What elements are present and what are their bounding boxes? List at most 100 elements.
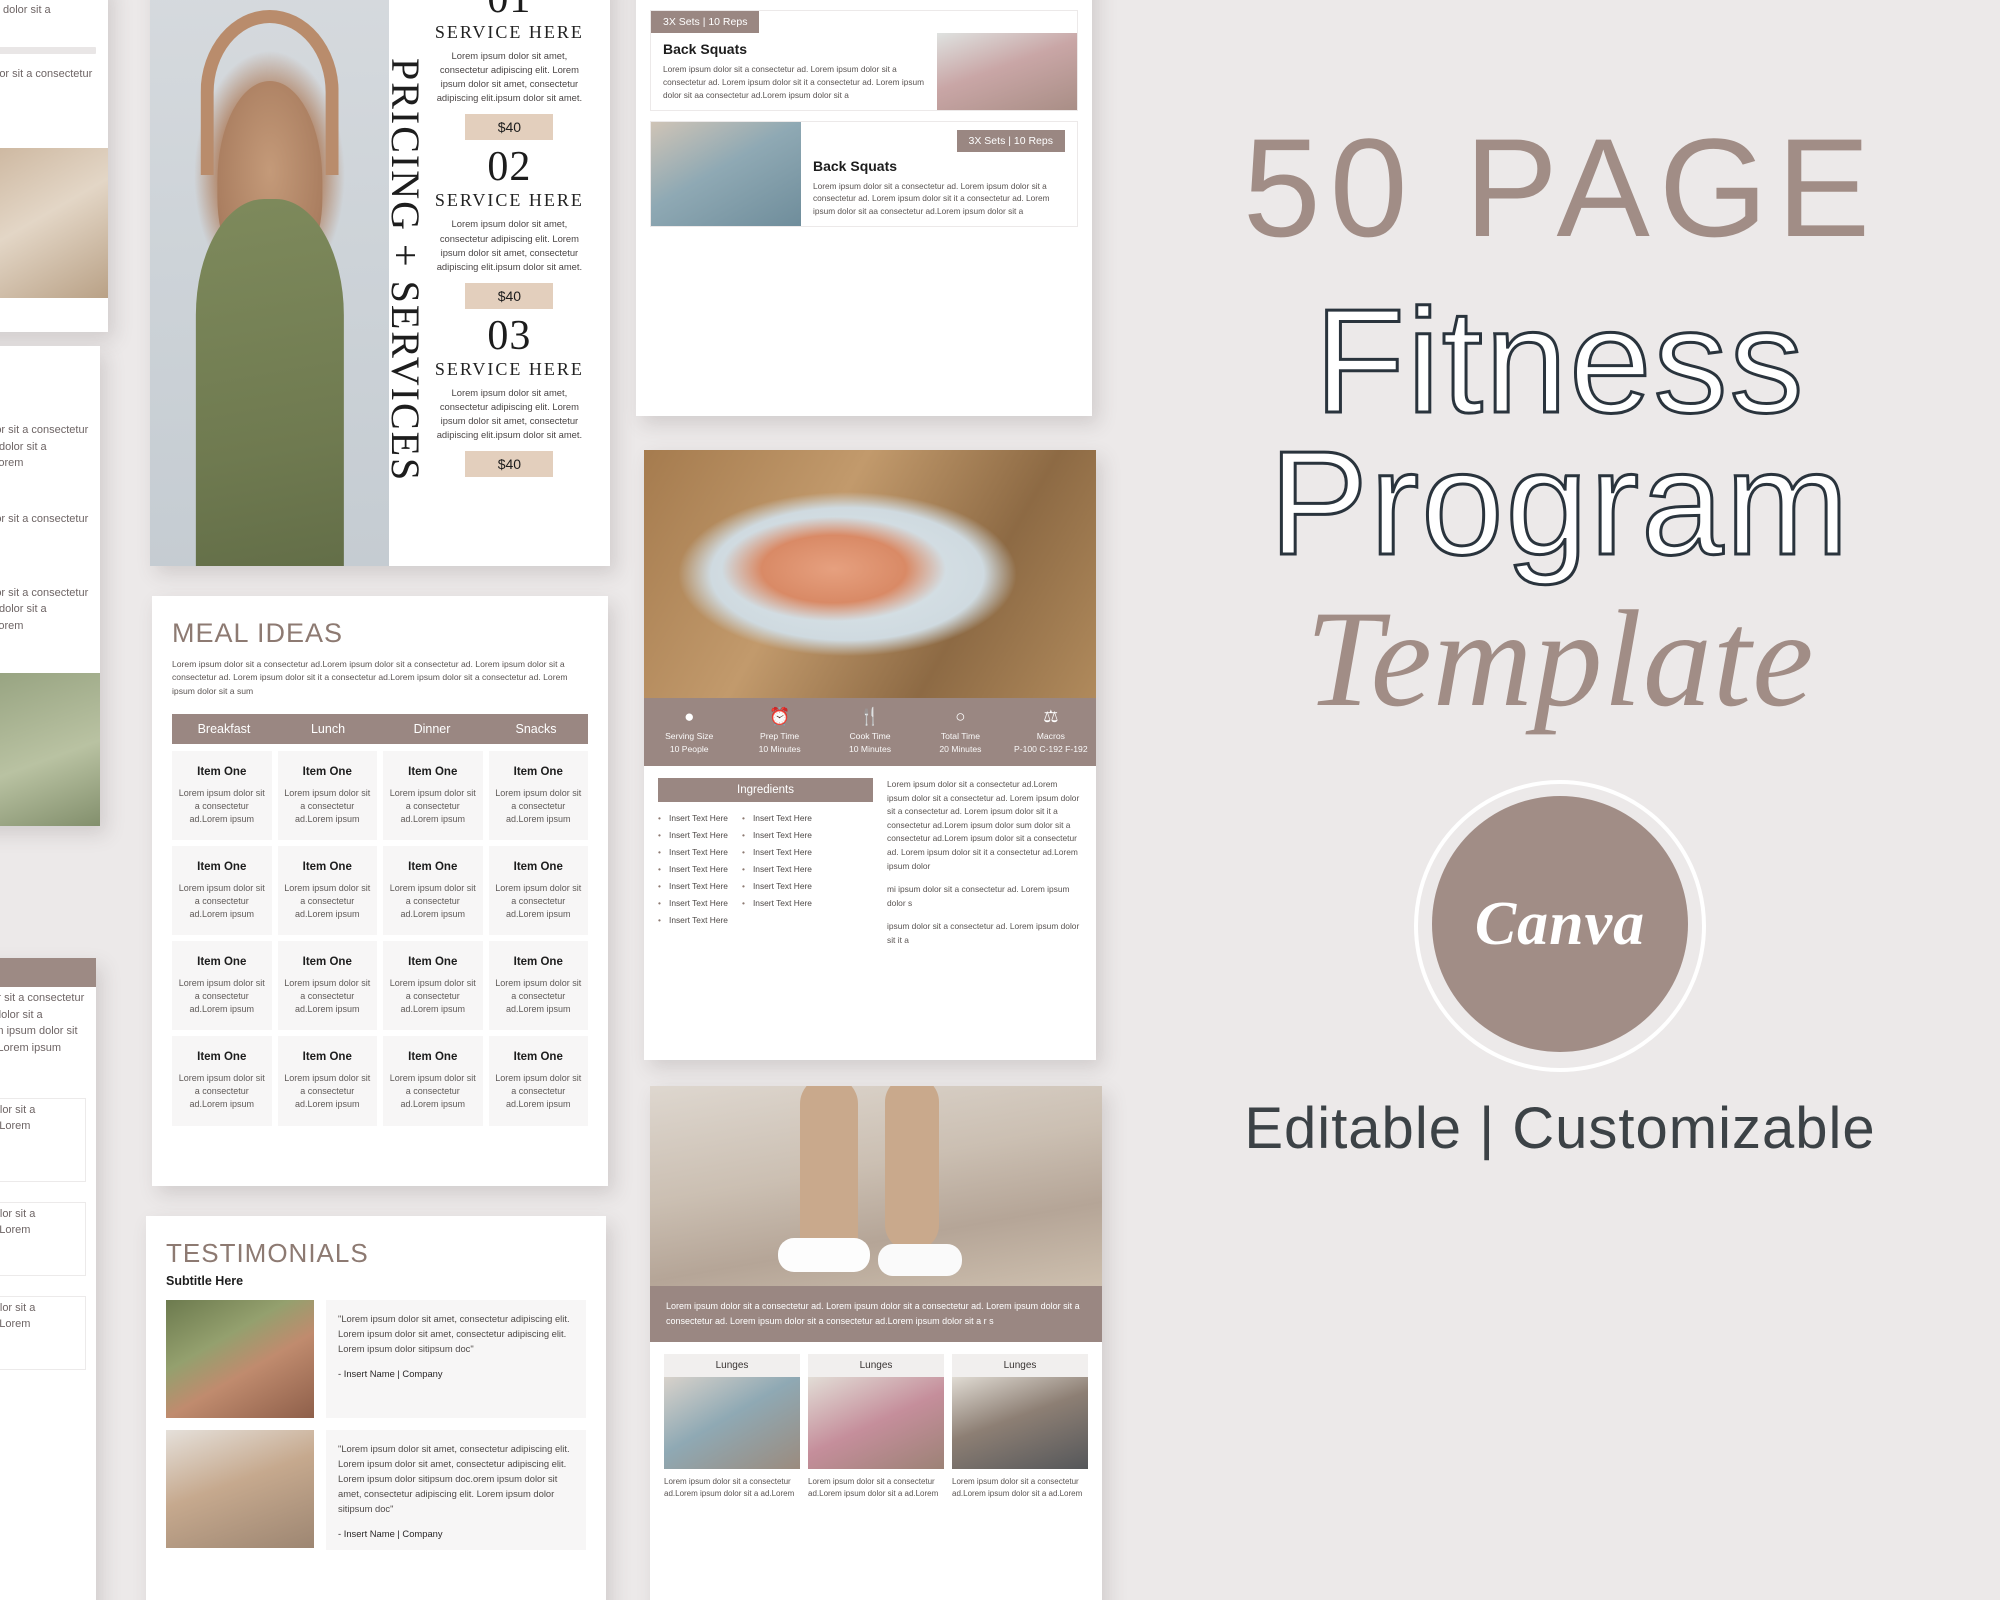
meal-cell[interactable]: Item One Lorem ipsum dolor sit a consecte…: [277, 1036, 377, 1126]
ghost-card-3: Title Here Lorem ipsum dolor sit a conse…: [0, 958, 96, 1600]
meal-cell[interactable]: Item One Lorem ipsum dolor sit a consecte…: [277, 846, 377, 936]
poster-canvas: Lorem ipsum dolor sit a consectetur ad. …: [0, 0, 2000, 1600]
meal-cell[interactable]: Item One Lorem ipsum dolor sit a consecte…: [172, 1036, 272, 1126]
recipe-stat-value: 10 People: [669, 744, 709, 754]
meal-cell-title: Item One: [302, 956, 352, 969]
ingredients-columns: Insert Text Here Insert Text Here Insert T…: [658, 813, 873, 932]
exercise-text: Back Squats Lorem ipsum dolor sit a cons…: [651, 33, 937, 110]
ingredient-item: Insert Text Here: [658, 881, 728, 891]
alarm-clock-icon: ⏰: [769, 707, 791, 726]
meal-cell-title: Item One: [408, 1051, 458, 1064]
lunge-item[interactable]: Lunges Lorem ipsum dolor sit a consectetu…: [808, 1353, 944, 1500]
service-desc: Lorem ipsum dolor sit amet, consectetur …: [436, 218, 583, 272]
lunge-photo: [808, 1376, 944, 1469]
ghost-box-1-text: Lorem ipsum dolor sit a consectetur ad. …: [0, 1103, 36, 1133]
ghost-card-2: Lorem ipsum dolor sit a consectetur ad. …: [0, 346, 100, 826]
meal-cell[interactable]: Item One Lorem ipsum dolor sit a consecte…: [488, 941, 588, 1031]
ghost-card-2-text-2: Lorem ipsum dolor sit a consectetur ad. …: [0, 512, 89, 525]
recipe-card[interactable]: ● Serving Size 10 People ⏰ Prep Time 10 Minut…: [644, 450, 1096, 1060]
hero-line-fitness: Fitness: [1313, 279, 1806, 444]
meal-cell-title: Item One: [513, 956, 563, 969]
meal-cell[interactable]: Item One Lorem ipsum dolor sit a consecte…: [383, 750, 483, 841]
meal-cell[interactable]: Item One Lorem ipsum dolor sit a consecte…: [488, 750, 588, 841]
services-list: 01 SERVICE HERE Lorem ipsum dolor sit am…: [417, 0, 610, 566]
canva-badge-label: Canva: [1474, 889, 1646, 958]
meal-table-body: Item One Lorem ipsum dolor sit a consecte…: [172, 750, 588, 1126]
lunge-item[interactable]: Lunges Lorem ipsum dolor sit a consectetu…: [952, 1353, 1088, 1500]
ghost-card-1-text: Lorem ipsum dolor sit a consectetur ad. …: [0, 3, 51, 16]
hero-footer-text: Editable | Customizable: [1244, 1096, 1876, 1161]
meal-cell-title: Item One: [408, 765, 458, 778]
service-item[interactable]: 01 SERVICE HERE Lorem ipsum dolor sit am…: [423, 0, 596, 141]
recipe-lower: Ingredients Insert Text HereInsert Text …: [644, 766, 1096, 976]
ghost-card-1: Lorem ipsum dolor sit a consectetur ad. …: [0, 0, 108, 332]
exercise-desc: Lorem ipsum dolor sit a consectetur ad. …: [663, 64, 925, 100]
meal-cell[interactable]: Item One Lorem ipsum dolor sit a consecte…: [383, 846, 483, 936]
meal-cell-text: Lorem ipsum dolor sit a consectetur ad.L…: [389, 1073, 476, 1110]
canva-badge[interactable]: Canva: [1432, 796, 1688, 1052]
testimonial-quote-box: "Lorem ipsum dolor sit amet, consectetur…: [326, 1430, 586, 1551]
ingredients-list-right: Insert Text Here Insert Text Here Insert T…: [742, 813, 812, 932]
ingredients-heading: Ingredients: [658, 778, 873, 802]
meal-cell[interactable]: Item One Lorem ipsum dolor sit a consecte…: [488, 1036, 588, 1126]
lunges-caption: Lorem ipsum dolor sit a consectetur ad. …: [650, 1286, 1102, 1342]
meal-cell[interactable]: Item One Lorem ipsum dolor sit a consecte…: [277, 941, 377, 1031]
exercise-name: Back Squats: [663, 41, 748, 57]
shoe-icon: [778, 1238, 870, 1272]
meal-cell-title: Item One: [302, 765, 352, 778]
ghost-box-1: Lorem ipsum dolor sit a consectetur ad. …: [0, 1097, 86, 1182]
exercise-block[interactable]: 3X Sets | 10 Reps Back Squats Lorem ipsu…: [650, 10, 1078, 111]
exercise-text: 3X Sets | 10 Reps Back Squats Lorem ipsu…: [801, 122, 1077, 227]
lunges-photo: [650, 1086, 1102, 1286]
meal-cell[interactable]: Item One Lorem ipsum dolor sit a consecte…: [172, 846, 272, 936]
meal-cell-title: Item One: [197, 1051, 247, 1064]
service-item[interactable]: 02 SERVICE HERE Lorem ipsum dolor sit am…: [423, 146, 596, 309]
meal-cell-title: Item One: [513, 765, 563, 778]
meal-cell-title: Item One: [197, 765, 247, 778]
meal-cell-text: Lorem ipsum dolor sit a consectetur ad.L…: [284, 1073, 371, 1110]
figure-torso: [195, 198, 344, 566]
pricing-hero-photo: [150, 0, 390, 566]
meal-cell-text: Lorem ipsum dolor sit a consectetur ad.L…: [495, 883, 582, 920]
meal-cell-text: Lorem ipsum dolor sit a consectetur ad.L…: [389, 978, 476, 1015]
lunge-photo: [664, 1376, 800, 1469]
meal-cell-text: Lorem ipsum dolor sit a consectetur ad.L…: [389, 883, 476, 920]
ingredient-item: Insert Text Here: [658, 813, 728, 823]
service-price: $40: [465, 282, 554, 309]
ingredient-item: Insert Text Here: [742, 847, 812, 857]
meal-column-snacks: Snacks: [515, 721, 557, 736]
ingredient-item: Insert Text Here: [658, 864, 728, 874]
meal-column-breakfast: Breakfast: [197, 721, 251, 736]
exercise-card[interactable]: Lorem ipsum dolor sit a consectetur ad. …: [636, 0, 1092, 416]
testimonial-photo: [166, 1300, 314, 1418]
recipe-stats-bar: ● Serving Size 10 People ⏰ Prep Time 10 Minut…: [644, 698, 1096, 766]
lunge-item[interactable]: Lunges Lorem ipsum dolor sit a consectetu…: [664, 1353, 800, 1500]
meal-cell[interactable]: Item One Lorem ipsum dolor sit a consecte…: [488, 846, 588, 936]
lunges-card[interactable]: Lorem ipsum dolor sit a consectetur ad. …: [650, 1086, 1102, 1600]
meal-cell-text: Lorem ipsum dolor sit a consectetur ad.L…: [178, 787, 265, 825]
meal-cell-text: Lorem ipsum dolor sit a consectetur ad.L…: [495, 978, 582, 1015]
meal-cell[interactable]: Item One Lorem ipsum dolor sit a consecte…: [277, 750, 377, 841]
lunges-grid: Lunges Lorem ipsum dolor sit a consectetu…: [650, 1342, 1102, 1516]
exercise-block[interactable]: 3X Sets | 10 Reps Back Squats Lorem ipsu…: [650, 120, 1078, 228]
meal-cell-text: Lorem ipsum dolor sit a consectetur ad.L…: [178, 1073, 265, 1110]
meal-cell-title: Item One: [408, 861, 458, 874]
ghost-card-2-text-3: Lorem ipsum dolor sit a consectetur ad. …: [0, 586, 89, 632]
meal-cell[interactable]: Item One Lorem ipsum dolor sit a consecte…: [172, 750, 272, 841]
meal-cell[interactable]: Item One Lorem ipsum dolor sit a consecte…: [383, 941, 483, 1031]
testimonial-item: "Lorem ipsum dolor sit amet, consectetur…: [166, 1300, 586, 1418]
service-item[interactable]: 03 SERVICE HERE Lorem ipsum dolor sit am…: [423, 315, 596, 478]
pricing-services-card[interactable]: PRICING + SERVICES 01 SERVICE HERE Lorem…: [150, 0, 610, 566]
ingredients-list-left: Insert Text Here Insert Text Here Insert T…: [658, 813, 728, 932]
cutlery-icon: 🍴: [859, 707, 881, 726]
hero-page-count: 50 PAGE: [1242, 109, 1880, 266]
meal-column-dinner: Dinner: [413, 721, 451, 736]
meal-ideas-card[interactable]: MEAL IDEAS Lorem ipsum dolor sit a conse…: [152, 596, 608, 1186]
meal-cell-text: Lorem ipsum dolor sit a consectetur ad.L…: [178, 978, 265, 1015]
meal-cell[interactable]: Item One Lorem ipsum dolor sit a consecte…: [172, 941, 272, 1031]
lunge-desc: Lorem ipsum dolor sit a consectetur ad.L…: [664, 1476, 795, 1498]
testimonials-card[interactable]: TESTIMONIALS Subtitle Here "Lorem ipsum …: [146, 1216, 606, 1600]
ingredient-item: Insert Text Here: [742, 830, 812, 840]
ghost-box-3-text: Lorem ipsum dolor sit a consectetur ad. …: [0, 1301, 36, 1331]
meal-cell[interactable]: Item One Lorem ipsum dolor sit a consecte…: [383, 1036, 483, 1126]
